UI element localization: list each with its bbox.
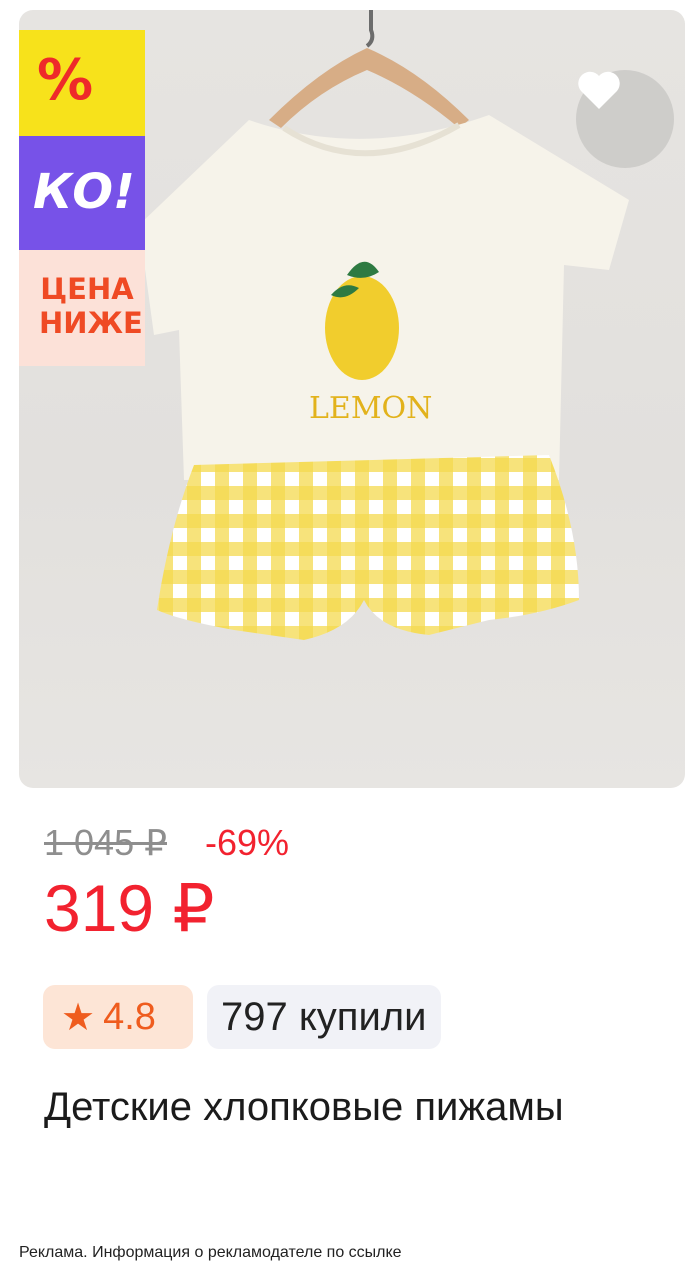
promo-percent: %	[37, 48, 94, 113]
old-price: 1 045 ₽	[44, 822, 167, 863]
purchases-badge: 797 купили	[207, 985, 441, 1049]
rating-badge[interactable]: ★ 4.8	[43, 985, 193, 1049]
ad-disclaimer[interactable]: Реклама. Информация о рекламодателе по с…	[19, 1244, 402, 1262]
discount-percent: -69%	[205, 822, 290, 863]
rating-value: 4.8	[103, 995, 156, 1038]
promo-brand: КО!	[33, 164, 135, 220]
promo-line-1: ЦЕНА	[40, 272, 134, 306]
favorite-button[interactable]	[576, 70, 674, 168]
promo-line-2: НИЖЕ	[39, 306, 143, 340]
product-image[interactable]: LEMON % КО! ЦЕНА НИЖЕ	[19, 10, 685, 788]
heart-icon	[578, 71, 620, 109]
lemon-print-text: LEMON	[309, 391, 432, 426]
star-icon: ★	[61, 996, 96, 1039]
current-price: 319 ₽	[44, 871, 215, 945]
promo-text: ЦЕНА НИЖЕ	[39, 272, 143, 340]
product-title[interactable]: Детские хлопковые пижамы	[44, 1080, 644, 1134]
